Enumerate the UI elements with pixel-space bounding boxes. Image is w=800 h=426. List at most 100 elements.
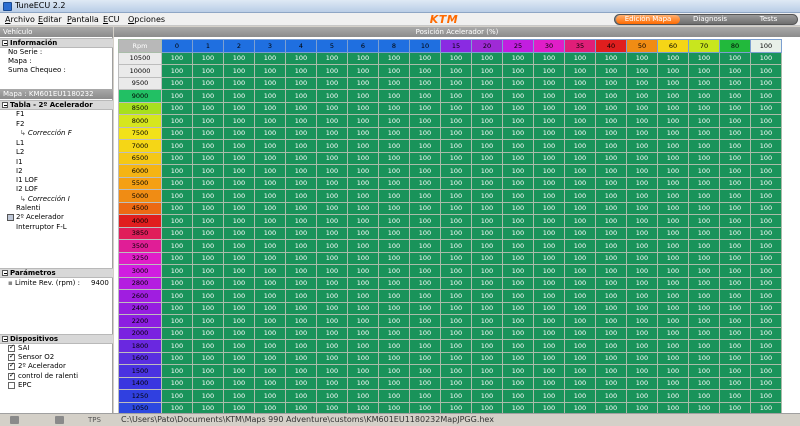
map-cell[interactable]: 100 (688, 376, 720, 390)
map-cell[interactable]: 100 (192, 301, 224, 315)
map-cell[interactable]: 100 (316, 114, 348, 128)
map-cell[interactable]: 100 (378, 339, 410, 353)
map-cell[interactable]: 100 (471, 376, 503, 390)
map-cell[interactable]: 100 (223, 164, 255, 178)
rpm-row-header[interactable]: 3250 (118, 251, 162, 265)
map-cell[interactable]: 100 (409, 276, 441, 290)
map-cell[interactable]: 100 (223, 314, 255, 328)
map-cell[interactable]: 100 (192, 151, 224, 165)
map-cell[interactable]: 100 (316, 139, 348, 153)
map-cell[interactable]: 100 (223, 264, 255, 278)
dispositivos-header[interactable]: Dispositivos (0, 334, 113, 344)
collapse-icon[interactable] (2, 40, 8, 46)
map-cell[interactable]: 100 (750, 89, 782, 103)
map-cell[interactable]: 100 (533, 364, 565, 378)
map-cell[interactable]: 100 (409, 289, 441, 303)
map-cell[interactable]: 100 (657, 264, 689, 278)
map-cell[interactable]: 100 (750, 364, 782, 378)
map-cell[interactable]: 100 (285, 151, 317, 165)
map-cell[interactable]: 100 (161, 226, 193, 240)
rpm-row-header[interactable]: 8500 (118, 101, 162, 115)
map-cell[interactable]: 100 (192, 189, 224, 203)
tree-item-l1[interactable]: L1 (16, 139, 24, 147)
map-cell[interactable]: 100 (192, 139, 224, 153)
map-cell[interactable]: 100 (595, 139, 627, 153)
map-cell[interactable]: 100 (347, 51, 379, 65)
map-cell[interactable]: 100 (471, 326, 503, 340)
rpm-row-header[interactable]: 6000 (118, 164, 162, 178)
throttle-column-header[interactable]: 70 (688, 39, 720, 53)
throttle-column-header[interactable]: 25 (502, 39, 534, 53)
map-cell[interactable]: 100 (161, 389, 193, 403)
map-cell[interactable]: 100 (254, 164, 286, 178)
map-cell[interactable]: 100 (378, 376, 410, 390)
map-cell[interactable]: 100 (161, 376, 193, 390)
map-cell[interactable]: 100 (533, 351, 565, 365)
map-cell[interactable]: 100 (161, 364, 193, 378)
map-cell[interactable]: 100 (285, 51, 317, 65)
rpm-row-header[interactable]: 3500 (118, 239, 162, 253)
map-cell[interactable]: 100 (533, 176, 565, 190)
map-cell[interactable]: 100 (688, 214, 720, 228)
map-cell[interactable]: 100 (192, 326, 224, 340)
map-cell[interactable]: 100 (254, 239, 286, 253)
map-cell[interactable]: 100 (564, 189, 596, 203)
map-cell[interactable]: 100 (595, 276, 627, 290)
map-cell[interactable]: 100 (502, 326, 534, 340)
map-cell[interactable]: 100 (409, 339, 441, 353)
map-cell[interactable]: 100 (502, 289, 534, 303)
map-cell[interactable]: 100 (254, 64, 286, 78)
map-cell[interactable]: 100 (440, 139, 472, 153)
map-cell[interactable]: 100 (719, 76, 751, 90)
map-cell[interactable]: 100 (688, 64, 720, 78)
map-cell[interactable]: 100 (440, 89, 472, 103)
map-cell[interactable]: 100 (316, 101, 348, 115)
map-cell[interactable]: 100 (564, 326, 596, 340)
map-cell[interactable]: 100 (254, 189, 286, 203)
map-cell[interactable]: 100 (378, 76, 410, 90)
map-cell[interactable]: 100 (471, 189, 503, 203)
map-cell[interactable]: 100 (719, 239, 751, 253)
map-cell[interactable]: 100 (285, 339, 317, 353)
map-cell[interactable]: 100 (595, 126, 627, 140)
map-cell[interactable]: 100 (688, 114, 720, 128)
map-cell[interactable]: 100 (688, 339, 720, 353)
map-cell[interactable]: 100 (595, 326, 627, 340)
tree-item-2-acelerador[interactable]: 2º Acelerador (16, 213, 64, 221)
map-cell[interactable]: 100 (409, 364, 441, 378)
map-cell[interactable]: 100 (688, 226, 720, 240)
map-cell[interactable]: 100 (595, 51, 627, 65)
rpm-row-header[interactable]: 9000 (118, 89, 162, 103)
2-acelerador-checkbox[interactable] (8, 361, 15, 370)
map-cell[interactable]: 100 (719, 301, 751, 315)
map-cell[interactable]: 100 (626, 264, 658, 278)
map-cell[interactable]: 100 (254, 376, 286, 390)
map-cell[interactable]: 100 (192, 114, 224, 128)
map-cell[interactable]: 100 (378, 351, 410, 365)
map-cell[interactable]: 100 (502, 351, 534, 365)
map-cell[interactable]: 100 (161, 301, 193, 315)
map-cell[interactable]: 100 (533, 164, 565, 178)
tree-item-i2-lof[interactable]: I2 LOF (16, 185, 38, 193)
map-cell[interactable]: 100 (657, 251, 689, 265)
map-cell[interactable]: 100 (316, 376, 348, 390)
throttle-column-header[interactable]: 6 (347, 39, 379, 53)
map-cell[interactable]: 100 (471, 314, 503, 328)
map-cell[interactable]: 100 (347, 339, 379, 353)
map-cell[interactable]: 100 (688, 201, 720, 215)
map-cell[interactable]: 100 (595, 364, 627, 378)
map-cell[interactable]: 100 (254, 264, 286, 278)
map-cell[interactable]: 100 (657, 164, 689, 178)
map-cell[interactable]: 100 (471, 276, 503, 290)
map-cell[interactable]: 100 (719, 326, 751, 340)
map-cell[interactable]: 100 (750, 226, 782, 240)
rpm-row-header[interactable]: 6500 (118, 151, 162, 165)
map-cell[interactable]: 100 (657, 201, 689, 215)
map-cell[interactable]: 100 (378, 264, 410, 278)
map-cell[interactable]: 100 (502, 376, 534, 390)
map-cell[interactable]: 100 (626, 339, 658, 353)
map-cell[interactable]: 100 (409, 351, 441, 365)
rpm-row-header[interactable]: 1400 (118, 376, 162, 390)
map-cell[interactable]: 100 (564, 214, 596, 228)
map-cell[interactable]: 100 (533, 201, 565, 215)
